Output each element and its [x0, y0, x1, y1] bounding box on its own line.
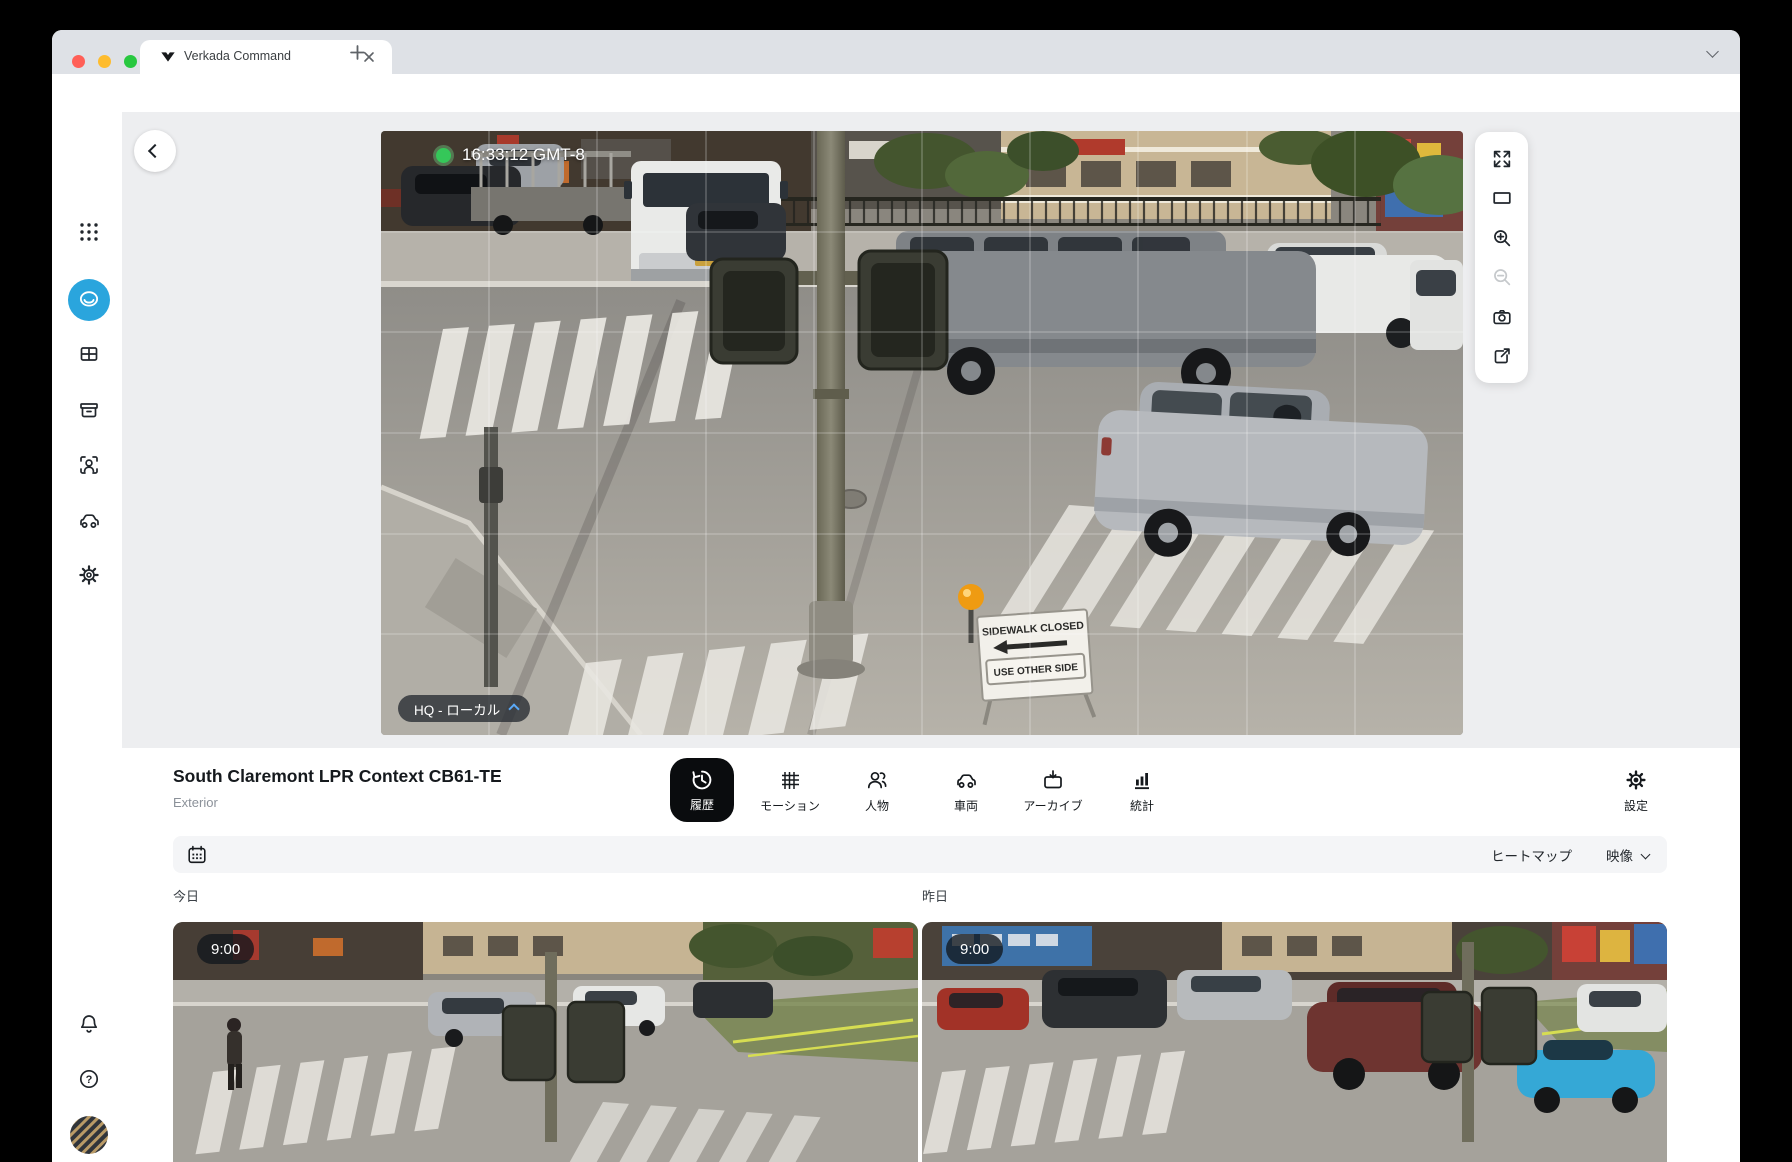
svg-text:?: ?	[86, 1074, 93, 1086]
history-icon	[692, 770, 712, 789]
heatmap-toggle[interactable]: ヒートマップ	[1491, 845, 1572, 865]
tab-history-label: 履歴	[689, 797, 714, 812]
motion-grid-icon	[782, 772, 799, 789]
timeline-filter-bar: ヒートマップ 映像	[173, 836, 1667, 873]
tab-title: Verkada Command	[184, 49, 292, 63]
yesterday-thumbnail-frame	[922, 922, 1667, 1162]
region-rectangle-icon	[1492, 192, 1511, 205]
app-sidebar: ?	[52, 112, 122, 1162]
tab-stats[interactable]: 統計	[1102, 758, 1182, 824]
tab-settings-label: 設定	[1623, 799, 1648, 813]
live-indicator-dot	[436, 147, 451, 163]
verkada-favicon	[161, 52, 175, 62]
tab-motion-label: モーション	[760, 799, 820, 813]
sidebar-item-cameras[interactable]	[68, 279, 110, 321]
user-avatar[interactable]	[69, 1115, 109, 1155]
camera-name: South Claremont LPR Context CB61-TE	[173, 766, 502, 786]
zoom-out-icon	[1493, 269, 1510, 286]
chevron-up-icon	[508, 702, 520, 715]
tab-archive-label: アーカイブ	[1023, 799, 1083, 813]
timeline-thumbnail-today[interactable]: 9:00	[173, 922, 918, 1162]
tab-history[interactable]: 履歴	[670, 758, 734, 822]
vehicle-icon	[957, 774, 976, 788]
sidebar-item-archive[interactable]	[77, 398, 101, 422]
today-label: 今日	[173, 889, 200, 904]
screen: Verkada Command command.verkada.com/cam	[0, 0, 1792, 1162]
zoom-out-button[interactable]	[1490, 265, 1514, 289]
live-status: 16:33:12 GMT-8	[436, 145, 585, 165]
camera-video-frame: SIDEWALK CLOSED USE OTHER SIDE	[381, 131, 1463, 735]
browser-toolbar: command.verkada.com/cameras/4e47c4b1-11f…	[52, 74, 1740, 151]
people-icon	[867, 771, 887, 789]
view-mode-label: 映像	[1606, 848, 1633, 864]
snapshot-button[interactable]	[1490, 305, 1514, 329]
tab-archive[interactable]: アーカイブ	[1013, 758, 1093, 824]
zoom-in-button[interactable]	[1490, 226, 1514, 250]
timeline-thumbnail-yesterday[interactable]: 9:00	[922, 922, 1667, 1162]
archive-download-icon	[1044, 770, 1062, 789]
settings-gear-icon	[1626, 770, 1646, 790]
browser-tab-strip: Verkada Command	[52, 30, 1740, 74]
back-button[interactable]	[134, 130, 176, 172]
player-tool-card	[1475, 132, 1528, 383]
tab-people[interactable]: 人物	[837, 758, 917, 824]
sidebar-item-settings[interactable]	[77, 563, 101, 587]
zoom-in-icon	[1493, 229, 1510, 246]
dome-camera-icon	[79, 291, 99, 307]
tab-vehicles-label: 車両	[953, 799, 978, 813]
sidebar-item-grid-view[interactable]	[77, 342, 101, 366]
window-zoom-button[interactable]	[124, 55, 137, 68]
scene-vehicle-white-car-edge	[1410, 260, 1463, 350]
stream-quality-selector[interactable]: HQ - ローカル	[398, 695, 531, 722]
yesterday-label: 昨日	[922, 889, 949, 904]
share-icon	[1494, 348, 1510, 364]
live-timestamp: 16:33:12 GMT-8	[462, 145, 585, 164]
tab-motion[interactable]: モーション	[750, 758, 830, 824]
notifications-bell-icon[interactable]	[77, 1012, 101, 1036]
live-video-player[interactable]: SIDEWALK CLOSED USE OTHER SIDE 16:33:12 …	[381, 131, 1463, 735]
window-close-button[interactable]	[72, 55, 85, 68]
bar-chart-icon	[1135, 773, 1149, 790]
camera-snapshot-icon	[1492, 309, 1511, 324]
thumbnail-time-badge: 9:00	[197, 934, 255, 964]
view-mode-dropdown[interactable]: 映像	[1606, 845, 1651, 865]
browser-window: Verkada Command command.verkada.com/cam	[52, 30, 1740, 1162]
sidebar-item-people[interactable]	[77, 453, 101, 477]
tab-people-label: 人物	[864, 799, 889, 813]
share-stream-button[interactable]	[1490, 344, 1514, 368]
sidebar-item-vehicles[interactable]	[77, 508, 101, 532]
chevron-down-icon	[1640, 849, 1651, 860]
today-thumbnail-frame	[173, 922, 918, 1162]
fullscreen-button[interactable]	[1490, 147, 1514, 171]
thumbnail-time-badge: 9:00	[946, 934, 1004, 964]
fullscreen-icon	[1493, 150, 1510, 168]
chevron-left-icon	[147, 143, 163, 159]
tab-settings[interactable]: 設定	[1596, 758, 1676, 824]
thumbnail-time: 9:00	[960, 940, 990, 958]
tab-search-chevron-icon[interactable]	[1706, 45, 1719, 58]
tab-vehicles[interactable]: 車両	[926, 758, 1006, 824]
new-tab-button[interactable]	[350, 45, 365, 60]
stream-quality-label: HQ - ローカル	[414, 702, 501, 718]
thumbnail-time: 9:00	[211, 940, 241, 958]
camera-location: Exterior	[173, 795, 218, 810]
region-select-button[interactable]	[1490, 186, 1514, 210]
window-minimize-button[interactable]	[98, 55, 111, 68]
app-launcher-icon[interactable]	[77, 220, 101, 244]
tab-stats-label: 統計	[1129, 799, 1154, 813]
help-icon[interactable]: ?	[77, 1067, 101, 1091]
calendar-icon[interactable]	[186, 844, 208, 866]
